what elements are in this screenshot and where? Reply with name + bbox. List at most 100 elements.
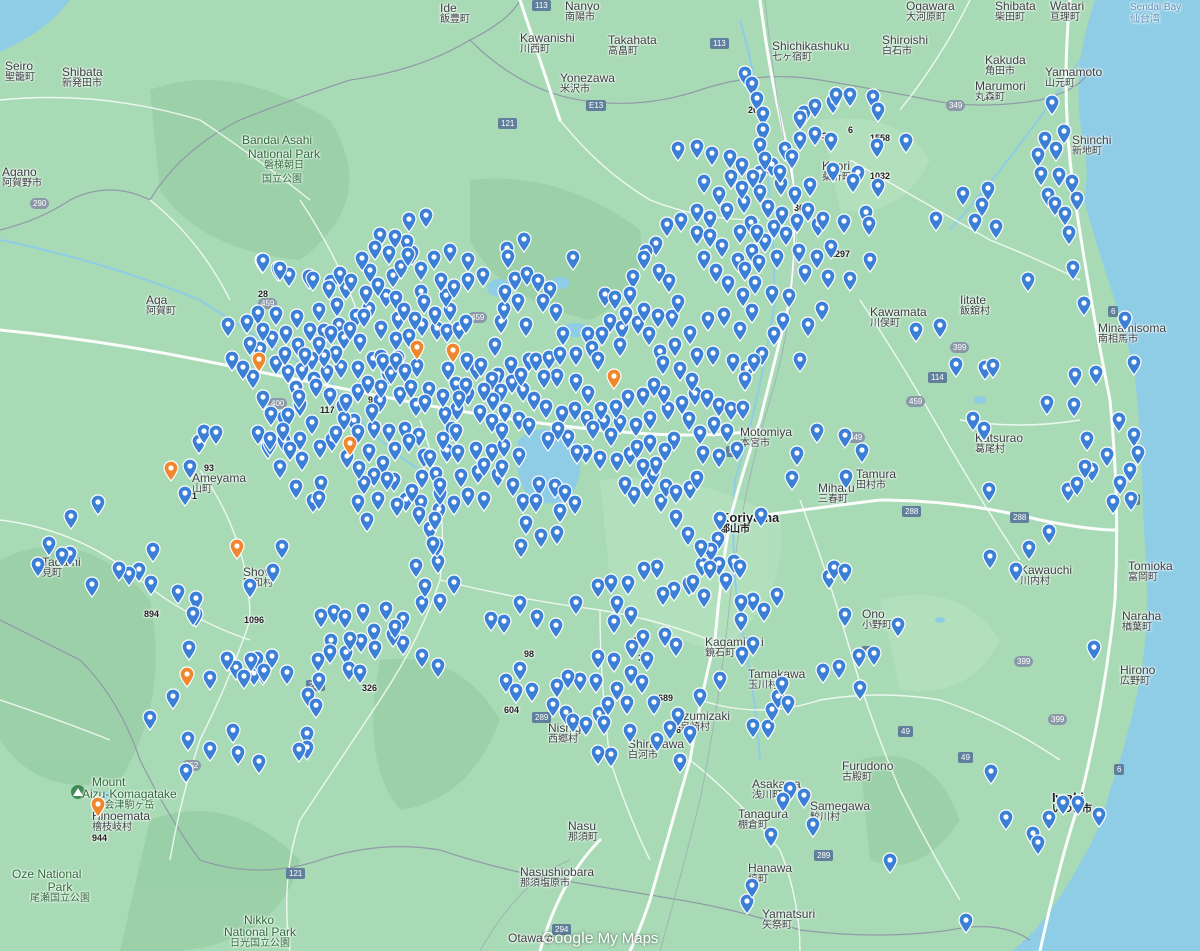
map-pin[interactable] <box>538 398 554 420</box>
map-pin[interactable] <box>695 444 711 466</box>
map-pin[interactable] <box>305 270 321 292</box>
map-pin[interactable] <box>552 345 568 367</box>
map-pin[interactable] <box>789 445 805 467</box>
map-pin[interactable] <box>448 422 464 444</box>
map-pin[interactable] <box>322 386 338 408</box>
map-pin[interactable] <box>689 202 705 224</box>
map-pin[interactable] <box>555 325 571 347</box>
map-pin[interactable] <box>784 148 800 170</box>
map-pin[interactable] <box>800 201 816 223</box>
map-pin[interactable] <box>668 508 684 530</box>
map-pin[interactable] <box>145 541 161 563</box>
map-pin[interactable] <box>1076 295 1092 317</box>
map-pin[interactable] <box>620 574 636 596</box>
map-pin[interactable] <box>837 562 853 584</box>
map-pin[interactable] <box>311 489 327 511</box>
map-pin[interactable] <box>308 697 324 719</box>
map-pin[interactable] <box>255 252 271 274</box>
map-pin[interactable] <box>408 557 424 579</box>
map-pin[interactable] <box>636 560 652 582</box>
map-pin[interactable] <box>373 319 389 341</box>
map-pin[interactable] <box>1111 411 1127 433</box>
map-pin[interactable] <box>425 535 441 557</box>
map-pin[interactable] <box>540 430 556 452</box>
map-pin[interactable] <box>401 432 417 454</box>
map-pin[interactable] <box>720 274 736 296</box>
map-pin[interactable] <box>552 502 568 524</box>
map-pin[interactable] <box>451 389 467 411</box>
map-pin[interactable] <box>796 787 812 809</box>
map-pin[interactable] <box>533 527 549 549</box>
map-pin[interactable] <box>702 559 718 581</box>
map-pin[interactable] <box>746 352 762 374</box>
map-pin[interactable] <box>1039 394 1055 416</box>
map-pin[interactable] <box>774 205 790 227</box>
map-pin[interactable] <box>219 650 235 672</box>
map-pin[interactable] <box>735 399 751 421</box>
map-pin[interactable] <box>291 741 307 763</box>
map-pin[interactable] <box>649 731 665 753</box>
map-pin[interactable] <box>351 459 367 481</box>
map-pin[interactable] <box>41 535 57 557</box>
map-pin[interactable] <box>825 161 841 183</box>
map-pin[interactable] <box>622 722 638 744</box>
map-pin-orange[interactable] <box>445 342 461 364</box>
map-pin[interactable] <box>642 433 658 455</box>
map-pin[interactable] <box>1105 493 1121 515</box>
map-pin[interactable] <box>805 816 821 838</box>
map-pin[interactable] <box>870 101 886 123</box>
map-pin[interactable] <box>814 300 830 322</box>
map-pin[interactable] <box>606 613 622 635</box>
map-pin[interactable] <box>265 562 281 584</box>
map-pin[interactable] <box>111 560 127 582</box>
map-pin[interactable] <box>712 510 728 532</box>
map-pin[interactable] <box>411 505 427 527</box>
map-pin[interactable] <box>862 251 878 273</box>
map-pin[interactable] <box>689 469 705 491</box>
map-pin[interactable] <box>277 345 293 367</box>
map-pin[interactable] <box>278 324 294 346</box>
map-pin[interactable] <box>603 573 619 595</box>
map-pin[interactable] <box>590 648 606 670</box>
map-pin[interactable] <box>549 524 565 546</box>
map-pin[interactable] <box>837 427 853 449</box>
map-pin[interactable] <box>165 688 181 710</box>
map-pin[interactable] <box>418 207 434 229</box>
map-pin[interactable] <box>202 740 218 762</box>
map-pin[interactable] <box>634 673 650 695</box>
map-pin[interactable] <box>182 458 198 480</box>
map-pin[interactable] <box>815 662 831 684</box>
map-pin[interactable] <box>512 660 528 682</box>
map-pin[interactable] <box>732 558 748 580</box>
map-pin-orange[interactable] <box>606 368 622 390</box>
map-pin[interactable] <box>854 442 870 464</box>
map-pin[interactable] <box>177 485 193 507</box>
map-pin[interactable] <box>590 744 606 766</box>
map-pin[interactable] <box>585 419 601 441</box>
map-pin[interactable] <box>784 469 800 491</box>
map-pin[interactable] <box>702 227 718 249</box>
map-pin[interactable] <box>958 912 974 934</box>
map-pin[interactable] <box>716 306 732 328</box>
map-pin[interactable] <box>476 490 492 512</box>
map-pin[interactable] <box>704 145 720 167</box>
map-pin[interactable] <box>619 694 635 716</box>
map-pin[interactable] <box>142 709 158 731</box>
map-pin[interactable] <box>355 602 371 624</box>
map-pin[interactable] <box>842 86 858 108</box>
map-pin[interactable] <box>521 416 537 438</box>
map-pin[interactable] <box>387 618 403 640</box>
map-pin[interactable] <box>689 138 705 160</box>
map-pin[interactable] <box>744 302 760 324</box>
map-pin[interactable] <box>807 125 823 147</box>
map-pin[interactable] <box>1066 396 1082 418</box>
map-pin[interactable] <box>670 140 686 162</box>
map-pin[interactable] <box>460 271 476 293</box>
map-pin[interactable] <box>908 321 924 343</box>
map-pin[interactable] <box>981 481 997 503</box>
map-pin[interactable] <box>460 486 476 508</box>
map-pin[interactable] <box>352 663 368 685</box>
map-pin[interactable] <box>1123 490 1139 512</box>
map-pin[interactable] <box>494 458 510 480</box>
map-pin[interactable] <box>1061 224 1077 246</box>
